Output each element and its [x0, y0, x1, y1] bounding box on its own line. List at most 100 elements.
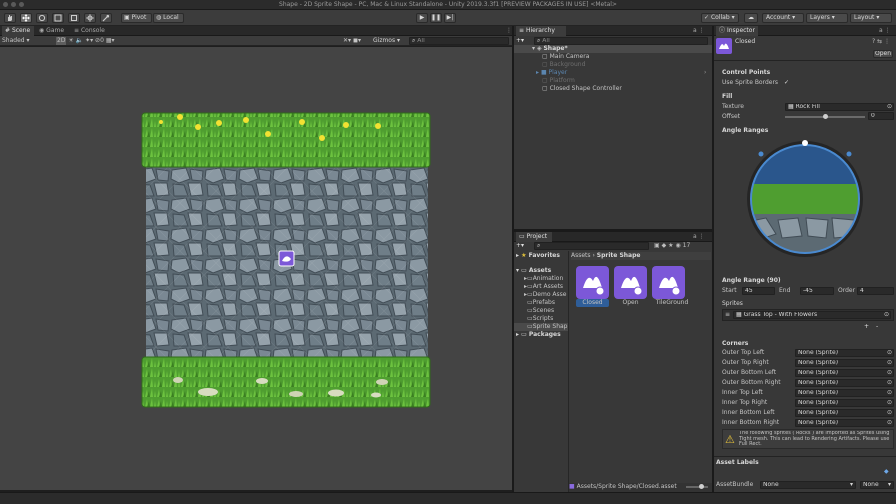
- use-sprite-borders-checkbox[interactable]: ✓: [784, 79, 794, 87]
- custom-tool-button[interactable]: [100, 13, 112, 23]
- tab-game[interactable]: ◉ Game: [36, 26, 68, 36]
- object-picker-icon[interactable]: ⊙: [887, 420, 892, 426]
- hidden-objects-icon[interactable]: ⊘0: [95, 37, 104, 44]
- local-toggle[interactable]: ◍ Local: [153, 13, 184, 23]
- remove-sprite-button[interactable]: -: [876, 323, 886, 331]
- audio-icon[interactable]: 🔈: [76, 37, 83, 44]
- tab-scene[interactable]: # Scene: [2, 26, 34, 36]
- kebab-menu-icon[interactable]: ⋮: [884, 38, 890, 45]
- inspector-lock-menu[interactable]: a ⋮: [876, 26, 896, 36]
- hierarchy-row-player[interactable]: ▸ ■ Player ›: [536, 69, 712, 77]
- packages-folder[interactable]: ▸ ▭ Packages: [516, 331, 568, 339]
- zoom-slider-thumb[interactable]: [699, 484, 704, 489]
- tab-hierarchy[interactable]: ≡ Hierarchy: [516, 26, 566, 36]
- hierarchy-row-closed-shape-controller[interactable]: ▢ Closed Shape Controller: [542, 85, 702, 93]
- end-field[interactable]: -45: [800, 287, 834, 295]
- hierarchy-row-main-camera[interactable]: ▢ Main Camera: [542, 53, 702, 61]
- drag-handle-icon[interactable]: ≡: [725, 311, 731, 319]
- layout-dropdown[interactable]: Layout ▾: [850, 13, 892, 23]
- effects-icon[interactable]: ✦▾: [85, 37, 93, 44]
- star-filter-icon[interactable]: ★: [668, 242, 673, 249]
- filter-type-icon[interactable]: ▣: [654, 242, 660, 249]
- corner-sprite-field[interactable]: None (Sprite) ⊙: [795, 399, 894, 407]
- object-picker-icon[interactable]: ⊙: [887, 360, 892, 366]
- assets-folder[interactable]: ▾ ▭ Assets: [516, 267, 568, 275]
- hierarchy-create-button[interactable]: +▾: [516, 37, 530, 45]
- corner-sprite-field[interactable]: None (Sprite) ⊙: [795, 409, 894, 417]
- project-search-input[interactable]: ⌕: [534, 242, 649, 250]
- move-tool-button[interactable]: [20, 13, 32, 23]
- tools-icon[interactable]: ✕▾: [343, 37, 351, 44]
- scene-search-input[interactable]: ⌕ All: [409, 37, 509, 45]
- corner-sprite-field[interactable]: None (Sprite) ⊙: [795, 379, 894, 387]
- folder-animation[interactable]: ▸▭Animation: [524, 275, 568, 283]
- object-picker-icon[interactable]: ⊙: [887, 400, 892, 406]
- sprite-item-field[interactable]: ▦ Grass Top - With Flowers ⊙: [733, 311, 891, 319]
- account-dropdown[interactable]: Account ▾: [762, 13, 804, 23]
- object-picker-icon[interactable]: ⊙: [887, 370, 892, 376]
- shading-mode-dropdown[interactable]: Shaded ▾: [2, 37, 42, 45]
- corner-sprite-field[interactable]: None (Sprite) ⊙: [795, 419, 894, 427]
- folder-demo-assets[interactable]: ▸▭Demo Asse: [524, 291, 568, 299]
- object-picker-icon[interactable]: ⊙: [887, 104, 892, 110]
- assetbundle-variant-dropdown[interactable]: None ▾: [860, 481, 894, 489]
- add-sprite-button[interactable]: +: [864, 323, 874, 331]
- play-button[interactable]: ▶: [416, 13, 428, 23]
- tab-inspector[interactable]: ⓘ Inspector: [716, 26, 758, 36]
- panel-splitter-vertical[interactable]: [712, 26, 714, 492]
- gizmos-dropdown[interactable]: Gizmos ▾: [373, 37, 407, 45]
- object-picker-icon[interactable]: ⊙: [887, 410, 892, 416]
- grid-icon[interactable]: ▦▾: [106, 37, 115, 44]
- hand-tool-button[interactable]: [4, 13, 16, 23]
- corner-sprite-field[interactable]: None (Sprite) ⊙: [795, 349, 894, 357]
- object-picker-icon[interactable]: ⊙: [884, 312, 889, 318]
- breadcrumb-assets[interactable]: Assets: [571, 252, 591, 259]
- filter-label-icon[interactable]: ◆: [662, 242, 667, 249]
- hierarchy-search-input[interactable]: ⌕ All: [534, 37, 708, 45]
- layers-dropdown[interactable]: Layers ▾: [806, 13, 848, 23]
- folder-scenes[interactable]: ▸▭Scenes: [524, 307, 568, 315]
- start-field[interactable]: 45: [742, 287, 775, 295]
- folder-prefabs[interactable]: ▸▭Prefabs: [524, 299, 568, 307]
- step-button[interactable]: ▶|: [444, 13, 456, 23]
- transform-tool-button[interactable]: [84, 13, 96, 23]
- hierarchy-row-background[interactable]: ▢ Background: [542, 61, 702, 69]
- corner-sprite-field[interactable]: None (Sprite) ⊙: [795, 369, 894, 377]
- order-field[interactable]: 4: [857, 287, 894, 295]
- angle-handle-end[interactable]: [846, 151, 852, 157]
- 2d-toggle[interactable]: 2D: [56, 37, 67, 45]
- angle-range-preview[interactable]: [746, 140, 864, 258]
- folder-scripts[interactable]: ▸▭Scripts: [524, 315, 568, 323]
- open-button[interactable]: Open: [873, 50, 893, 58]
- zoom-slider[interactable]: [686, 484, 708, 489]
- texture-field[interactable]: ▦ Rock Fill ⊙: [785, 103, 894, 111]
- rect-tool-button[interactable]: [68, 13, 80, 23]
- collab-dropdown[interactable]: ✓ Collab ▾: [701, 13, 739, 23]
- corner-sprite-field[interactable]: None (Sprite) ⊙: [795, 389, 894, 397]
- chevron-right-icon[interactable]: ›: [704, 69, 706, 77]
- pause-button[interactable]: ❚❚: [430, 13, 442, 23]
- object-picker-icon[interactable]: ⊙: [887, 390, 892, 396]
- panel-splitter-horizontal[interactable]: [514, 229, 712, 232]
- help-icon[interactable]: ?: [872, 38, 875, 45]
- offset-field[interactable]: 0: [868, 112, 894, 120]
- panel-splitter-vertical[interactable]: [512, 26, 514, 492]
- pivot-toggle[interactable]: ▣ Pivot: [121, 13, 152, 23]
- project-lock-menu[interactable]: a ⋮: [690, 232, 710, 242]
- hierarchy-row-platform[interactable]: ▢ Platform: [542, 77, 702, 85]
- hierarchy-lock-menu[interactable]: a ⋮: [690, 26, 710, 36]
- offset-slider-thumb[interactable]: [822, 114, 828, 119]
- breadcrumb-sprite-shape[interactable]: Sprite Shape: [597, 252, 641, 259]
- label-tag-icon[interactable]: ◆: [884, 468, 894, 476]
- rotate-tool-button[interactable]: [36, 13, 48, 23]
- tab-console[interactable]: ≡ Console: [71, 26, 111, 36]
- eye-icon[interactable]: ◉: [675, 242, 680, 249]
- cloud-button[interactable]: ☁: [744, 13, 758, 23]
- project-create-button[interactable]: +▾: [516, 242, 530, 250]
- folder-art-assets[interactable]: ▸▭Art Assets: [524, 283, 568, 291]
- angle-handle-top[interactable]: [802, 140, 808, 146]
- light-icon[interactable]: ☀: [68, 37, 73, 44]
- preset-icon[interactable]: ⇆: [877, 38, 882, 45]
- camera-icon[interactable]: ◼▾: [353, 37, 361, 44]
- scale-tool-button[interactable]: [52, 13, 64, 23]
